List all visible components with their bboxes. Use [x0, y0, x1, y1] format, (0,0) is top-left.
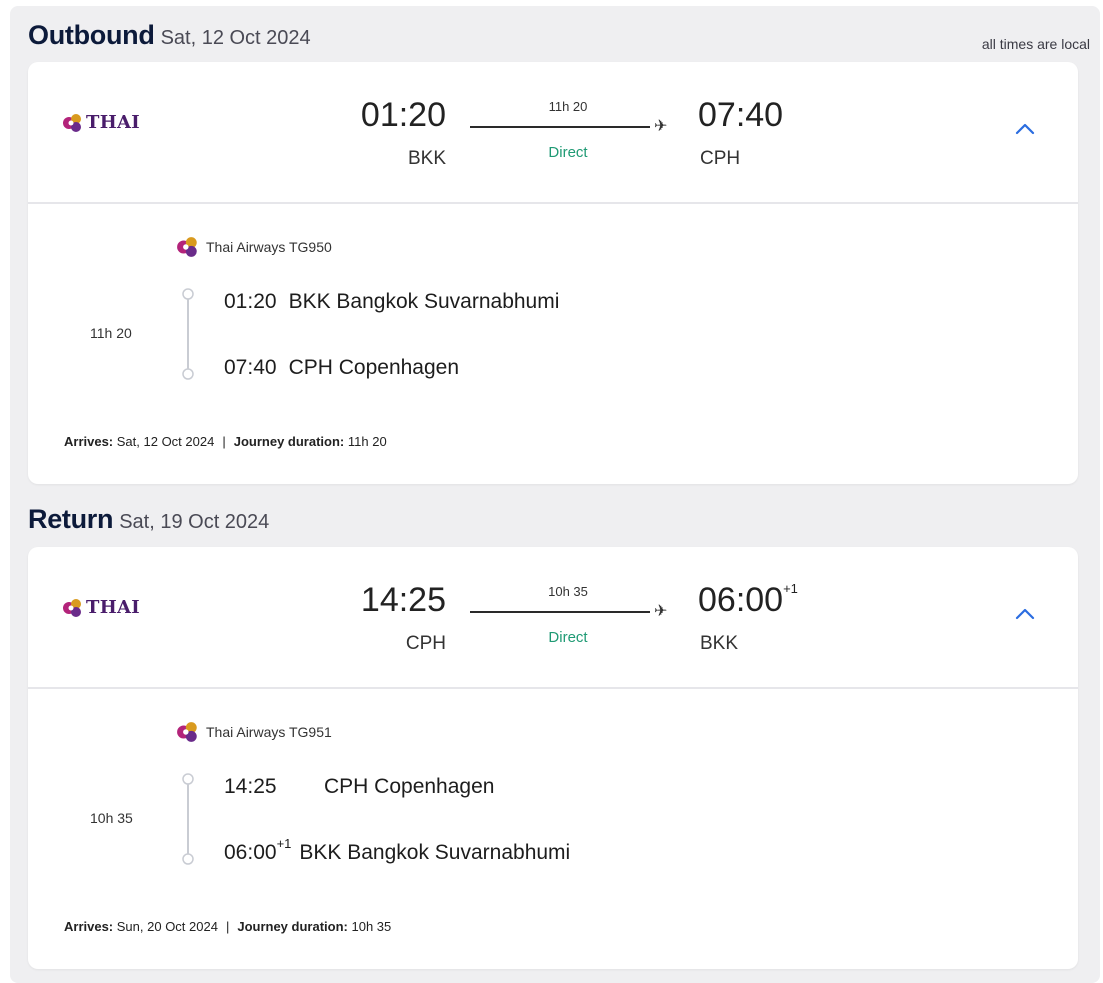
thai-orchid-logo-icon [177, 237, 197, 257]
chevron-up-icon[interactable] [1014, 603, 1036, 625]
departure-stop: 01:20 BKK Bangkok Suvarnabhumi [224, 290, 560, 313]
timeline-icon [182, 288, 194, 380]
return-flight-card: THAI 14:25 CPH 10h 35 ✈ Direct 06:00+1 B… [28, 547, 1078, 969]
return-title: Return [28, 504, 114, 534]
route-line [470, 126, 650, 128]
thai-orchid-logo-icon [63, 598, 81, 617]
arrival-stop: 06:00+1 BKK Bangkok Suvarnabhumi [224, 836, 571, 864]
journey-summary: Arrives: Sat, 12 Oct 2024 | Journey durati… [64, 434, 387, 449]
local-times-note: all times are local [981, 36, 1090, 52]
departure-airport-code: BKK [407, 148, 446, 169]
outbound-details: Thai Airways TG950 11h 20 01:20 BKK Bangk… [28, 204, 1078, 484]
carrier-flight-number: Thai Airways TG950 [206, 239, 332, 255]
itinerary-panel: Outbound Sat, 12 Oct 2024 all times are … [10, 6, 1100, 983]
chevron-up-icon[interactable] [1014, 118, 1036, 140]
flight-duration: 10h 35 [548, 584, 588, 599]
thai-orchid-logo-icon [177, 722, 197, 742]
arrival-airport-code: BKK [700, 633, 739, 654]
return-details: Thai Airways TG951 10h 35 14:25 CPH Copen… [28, 689, 1078, 969]
return-airline-logo: THAI [62, 597, 140, 618]
carrier-flight-number: Thai Airways TG951 [206, 724, 332, 740]
thai-orchid-logo-icon [63, 113, 81, 132]
arrival-airport-code: CPH [700, 148, 741, 169]
departure-stop: 14:25 CPH Copenhagen [224, 775, 495, 798]
return-date: Sat, 19 Oct 2024 [119, 511, 270, 533]
return-header: Return Sat, 19 Oct 2024 [28, 504, 269, 535]
airline-logo-text: THAI [86, 597, 140, 618]
outbound-header: Outbound Sat, 12 Oct 2024 [28, 20, 311, 51]
outbound-airline-logo: THAI [62, 112, 140, 133]
stops-label: Direct [548, 629, 588, 646]
departure-time: 14:25 [360, 581, 446, 619]
outbound-summary-row[interactable]: THAI 01:20 BKK 11h 20 ✈ Direct 07:40 CPH [28, 62, 1078, 204]
timeline-icon [182, 773, 194, 865]
journey-summary: Arrives: Sun, 20 Oct 2024 | Journey durati… [64, 919, 392, 934]
arrival-time: 06:00+1 [698, 580, 798, 619]
carrier-info: Thai Airways TG950 [176, 236, 332, 258]
departure-airport-code: CPH [405, 633, 446, 654]
airplane-icon: ✈ [654, 603, 668, 620]
return-summary-row[interactable]: THAI 14:25 CPH 10h 35 ✈ Direct 06:00+1 B… [28, 547, 1078, 689]
leg-duration: 11h 20 [90, 325, 132, 341]
route-line [470, 611, 650, 613]
arrival-time: 07:40 [698, 96, 784, 134]
carrier-info: Thai Airways TG951 [176, 721, 332, 743]
outbound-flight-card: THAI 01:20 BKK 11h 20 ✈ Direct 07:40 CPH [28, 62, 1078, 484]
flight-duration: 11h 20 [548, 99, 588, 114]
arrival-stop: 07:40 CPH Copenhagen [224, 356, 460, 379]
outbound-date: Sat, 12 Oct 2024 [160, 27, 311, 49]
leg-duration: 10h 35 [90, 810, 133, 826]
outbound-title: Outbound [28, 20, 155, 50]
airplane-icon: ✈ [654, 118, 668, 135]
departure-time: 01:20 [360, 96, 446, 134]
airline-logo-text: THAI [86, 112, 140, 133]
stops-label: Direct [548, 144, 588, 161]
